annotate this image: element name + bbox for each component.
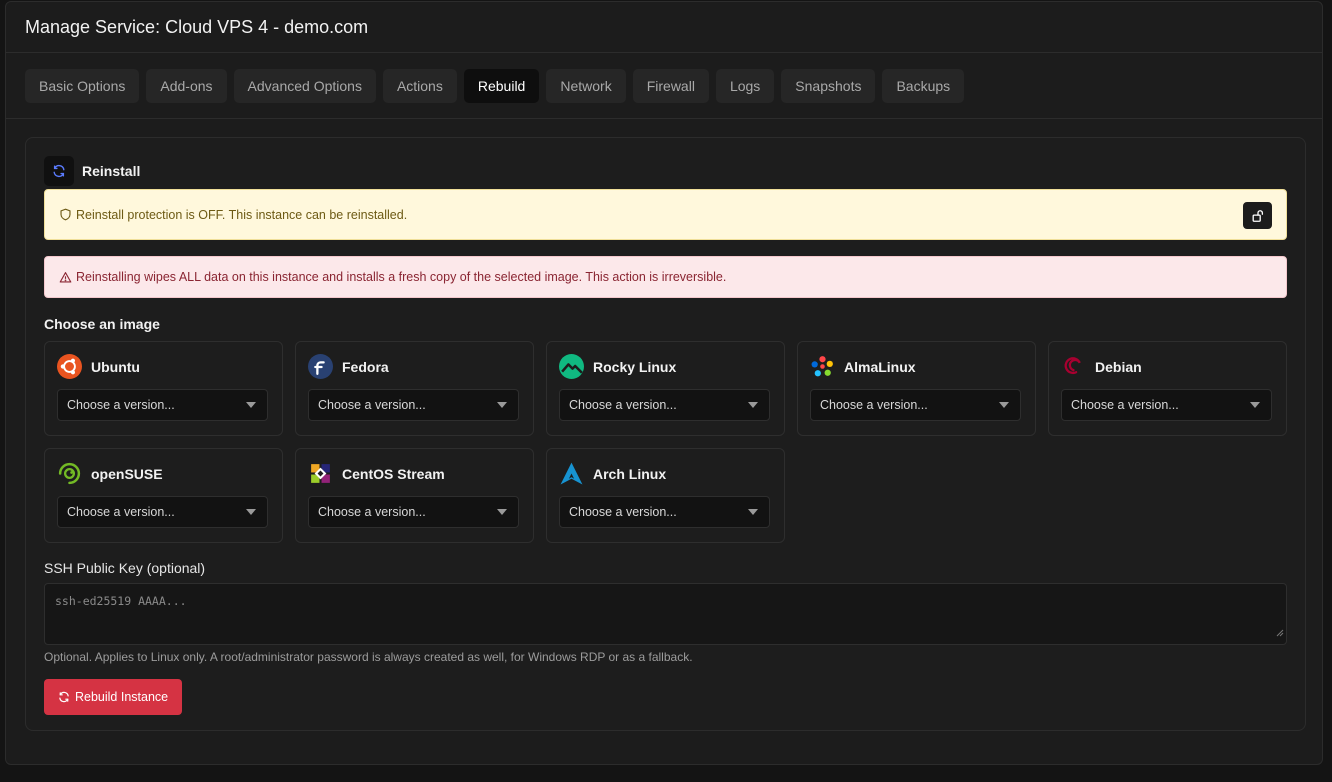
image-card-debian: Debian Choose a version...	[1048, 341, 1287, 436]
tab-snapshots[interactable]: Snapshots	[781, 68, 876, 103]
refresh-icon	[44, 156, 74, 186]
select-value: Choose a version...	[67, 398, 175, 412]
fedora-icon	[308, 354, 333, 379]
select-value: Choose a version...	[569, 505, 677, 519]
reinstall-title: Reinstall	[82, 163, 141, 179]
tab-basic-options[interactable]: Basic Options	[25, 68, 140, 103]
reinstall-card: Reinstall Reinstall protection is OFF. T…	[25, 137, 1306, 731]
arch-linux-version-select[interactable]: Choose a version...	[559, 496, 770, 528]
image-name: Debian	[1095, 358, 1142, 375]
image-name: Ubuntu	[91, 358, 140, 375]
rocky-linux-icon	[559, 354, 584, 379]
protection-alert-text: Reinstall protection is OFF. This instan…	[76, 207, 408, 222]
image-name: CentOS Stream	[342, 465, 445, 482]
unlock-protection-button[interactable]	[1243, 202, 1272, 229]
resize-grip-icon[interactable]	[1276, 624, 1284, 642]
chevron-down-icon	[999, 402, 1009, 408]
ubuntu-version-select[interactable]: Choose a version...	[57, 389, 268, 421]
chevron-down-icon	[246, 509, 256, 515]
chevron-down-icon	[1250, 402, 1260, 408]
ssh-key-help: Optional. Applies to Linux only. A root/…	[44, 650, 693, 664]
image-name: Fedora	[342, 358, 389, 375]
ssh-key-label: SSH Public Key (optional)	[44, 560, 206, 576]
danger-alert-text: Reinstalling wipes ALL data on this inst…	[76, 270, 727, 284]
tab-logs[interactable]: Logs	[715, 68, 775, 103]
arch-linux-icon	[559, 461, 584, 486]
centos-icon	[308, 461, 333, 486]
refresh-icon	[58, 691, 70, 703]
debian-icon	[1061, 354, 1086, 379]
chevron-down-icon	[497, 509, 507, 515]
fedora-version-select[interactable]: Choose a version...	[308, 389, 519, 421]
tab-backups[interactable]: Backups	[882, 68, 965, 103]
debian-version-select[interactable]: Choose a version...	[1061, 389, 1272, 421]
image-card-fedora: Fedora Choose a version...	[295, 341, 534, 436]
opensuse-version-select[interactable]: Choose a version...	[57, 496, 268, 528]
chevron-down-icon	[748, 509, 758, 515]
image-card-arch-linux: Arch Linux Choose a version...	[546, 448, 785, 543]
ssh-key-textarea[interactable]: ssh-ed25519 AAAA...	[44, 583, 1287, 645]
image-name: Rocky Linux	[593, 358, 677, 375]
tab-firewall[interactable]: Firewall	[632, 68, 709, 103]
tab-advanced-options[interactable]: Advanced Options	[233, 68, 376, 103]
select-value: Choose a version...	[318, 505, 426, 519]
danger-alert: Reinstalling wipes ALL data on this inst…	[44, 256, 1287, 298]
opensuse-icon	[57, 461, 82, 486]
chevron-down-icon	[748, 402, 758, 408]
select-value: Choose a version...	[569, 398, 677, 412]
image-card-opensuse: openSUSE Choose a version...	[44, 448, 283, 543]
choose-image-label: Choose an image	[44, 316, 160, 332]
rocky-linux-version-select[interactable]: Choose a version...	[559, 389, 770, 421]
image-name: AlmaLinux	[844, 358, 916, 375]
page-title: Manage Service: Cloud VPS 4 - demo.com	[25, 16, 369, 37]
rebuild-instance-button[interactable]: Rebuild Instance	[44, 679, 183, 715]
panel-header: Manage Service: Cloud VPS 4 - demo.com	[6, 2, 1322, 53]
tabs-bar: Basic Options Add-ons Advanced Options A…	[6, 53, 1322, 119]
unlock-icon	[1252, 209, 1263, 222]
select-value: Choose a version...	[820, 398, 928, 412]
ssh-key-placeholder: ssh-ed25519 AAAA...	[55, 594, 187, 608]
select-value: Choose a version...	[1071, 398, 1179, 412]
centos-stream-version-select[interactable]: Choose a version...	[308, 496, 519, 528]
shield-icon	[59, 208, 72, 221]
warning-triangle-icon	[59, 271, 72, 284]
select-value: Choose a version...	[318, 398, 426, 412]
ubuntu-icon	[57, 354, 82, 379]
image-card-rocky-linux: Rocky Linux Choose a version...	[546, 341, 785, 436]
image-card-almalinux: AlmaLinux Choose a version...	[797, 341, 1036, 436]
almalinux-version-select[interactable]: Choose a version...	[810, 389, 1021, 421]
image-card-ubuntu: Ubuntu Choose a version...	[44, 341, 283, 436]
chevron-down-icon	[497, 402, 507, 408]
image-name: Arch Linux	[593, 465, 667, 482]
tab-actions[interactable]: Actions	[382, 68, 457, 103]
rebuild-button-label: Rebuild Instance	[75, 690, 169, 704]
almalinux-icon	[810, 354, 835, 379]
image-card-centos-stream: CentOS Stream Choose a version...	[295, 448, 534, 543]
protection-alert: Reinstall protection is OFF. This instan…	[44, 189, 1287, 240]
tab-add-ons[interactable]: Add-ons	[146, 68, 227, 103]
manage-service-panel: Manage Service: Cloud VPS 4 - demo.com B…	[5, 1, 1323, 765]
reinstall-header: Reinstall	[44, 156, 140, 186]
tab-network[interactable]: Network	[546, 68, 626, 103]
image-name: openSUSE	[91, 465, 163, 482]
select-value: Choose a version...	[67, 505, 175, 519]
chevron-down-icon	[246, 402, 256, 408]
tab-rebuild[interactable]: Rebuild	[463, 68, 540, 103]
